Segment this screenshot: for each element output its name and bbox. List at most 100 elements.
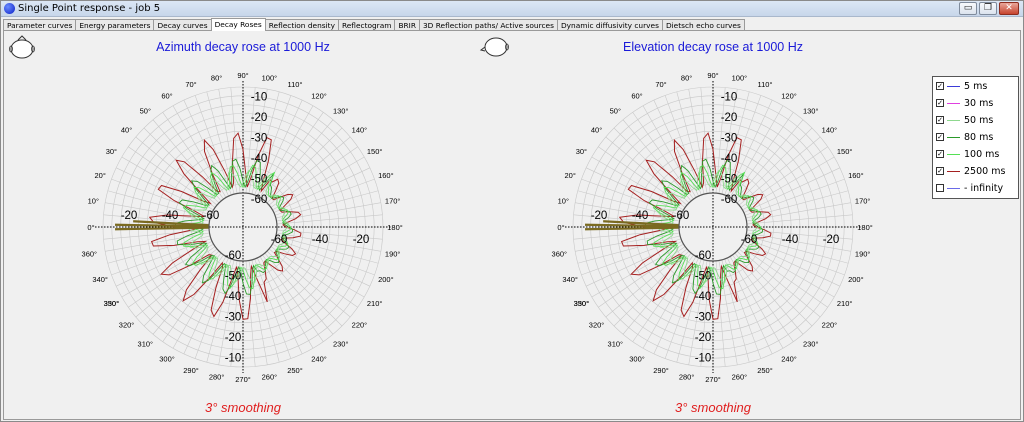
radial-label: -30 bbox=[721, 133, 738, 145]
angle-label: 220° bbox=[352, 321, 368, 330]
close-button[interactable]: ✕ bbox=[999, 2, 1019, 15]
legend-item-100ms[interactable]: ✓ 100 ms bbox=[936, 148, 999, 160]
angle-label: 150° bbox=[367, 147, 383, 156]
tab-decay-roses[interactable]: Decay Roses bbox=[210, 18, 266, 31]
angle-label: 260° bbox=[262, 373, 278, 382]
angle-label: 220° bbox=[822, 321, 838, 330]
legend-checkbox[interactable]: ✓ bbox=[936, 116, 944, 124]
angle-label: 110° bbox=[758, 80, 773, 89]
angle-label: 350° bbox=[104, 299, 120, 308]
angle-label: 100° bbox=[732, 73, 748, 82]
radial-label: -40 bbox=[632, 210, 649, 222]
radial-label: -40 bbox=[312, 234, 329, 246]
legend-checkbox[interactable] bbox=[936, 184, 944, 192]
radial-label: -20 bbox=[251, 112, 268, 124]
angle-label: 50° bbox=[140, 107, 151, 116]
legend-item-infinity[interactable]: - infinity bbox=[936, 182, 1003, 194]
angle-label: 150° bbox=[837, 147, 853, 156]
radial-label: -60 bbox=[225, 250, 242, 262]
angle-label: 270° bbox=[235, 375, 251, 384]
legend-label: 30 ms bbox=[964, 97, 994, 109]
head-side-view-icon bbox=[479, 37, 509, 57]
rose-footer: 3° smoothing bbox=[675, 400, 752, 415]
angle-label: 60° bbox=[161, 91, 172, 100]
radial-label: -40 bbox=[695, 291, 712, 303]
legend-checkbox[interactable]: ✓ bbox=[936, 133, 944, 141]
radial-label: -10 bbox=[695, 353, 712, 365]
angle-label: 10° bbox=[558, 197, 569, 206]
radial-label: -10 bbox=[251, 92, 268, 104]
radial-label: -20 bbox=[225, 332, 242, 344]
angle-label: 90° bbox=[237, 71, 248, 80]
angle-label: 70° bbox=[185, 80, 196, 89]
angle-label: 300° bbox=[159, 355, 175, 364]
radial-label: -60 bbox=[203, 210, 220, 222]
legend-swatch bbox=[947, 85, 960, 87]
restore-button[interactable]: ❐ bbox=[979, 2, 997, 15]
angle-label: 280° bbox=[209, 373, 225, 382]
head-top-view-icon bbox=[9, 35, 35, 59]
angle-label: 90° bbox=[707, 71, 718, 80]
legend-swatch bbox=[947, 102, 960, 104]
minimize-button[interactable]: ▭ bbox=[959, 2, 977, 15]
angle-label: 40° bbox=[121, 125, 132, 134]
angle-label: 0° bbox=[557, 223, 564, 232]
legend-checkbox[interactable]: ✓ bbox=[936, 150, 944, 158]
radial-label: -60 bbox=[741, 234, 758, 246]
radial-label: -20 bbox=[695, 332, 712, 344]
angle-label: 80° bbox=[211, 73, 222, 82]
angle-label: 30° bbox=[106, 147, 117, 156]
radial-label: -60 bbox=[251, 194, 268, 206]
angle-label: 20° bbox=[564, 171, 575, 180]
angle-label: 70° bbox=[655, 80, 666, 89]
radial-label: -40 bbox=[782, 234, 799, 246]
angle-label: 40° bbox=[591, 125, 602, 134]
legend-item-30ms[interactable]: ✓ 30 ms bbox=[936, 97, 993, 109]
polar-grid bbox=[95, 81, 391, 373]
legend-label: - infinity bbox=[964, 182, 1004, 194]
angle-label: 250° bbox=[287, 366, 303, 375]
angle-label: 290° bbox=[183, 366, 199, 375]
polar-grid bbox=[565, 81, 861, 373]
angle-label: 140° bbox=[352, 125, 368, 134]
angle-label: 190° bbox=[385, 249, 401, 258]
radial-label: -60 bbox=[673, 210, 690, 222]
angle-label: 180° bbox=[387, 223, 403, 232]
angle-label: 230° bbox=[333, 339, 349, 348]
radial-label: -50 bbox=[721, 174, 738, 186]
legend-checkbox[interactable]: ✓ bbox=[936, 99, 944, 107]
legend-checkbox[interactable]: ✓ bbox=[936, 82, 944, 90]
angle-label: 300° bbox=[629, 355, 645, 364]
radial-label: -10 bbox=[225, 353, 242, 365]
angle-label: 140° bbox=[822, 125, 838, 134]
window-title: Single Point response - job 5 bbox=[18, 3, 161, 14]
angle-label: 120° bbox=[311, 91, 327, 100]
angle-label: 360° bbox=[552, 249, 568, 258]
angle-label: 110° bbox=[288, 80, 303, 89]
radial-label: -20 bbox=[591, 210, 608, 222]
angle-label: 270° bbox=[705, 375, 721, 384]
rose-footer: 3° smoothing bbox=[205, 400, 282, 415]
legend-swatch bbox=[947, 187, 960, 189]
legend-item-50ms[interactable]: ✓ 50 ms bbox=[936, 114, 993, 126]
radial-label: -30 bbox=[695, 312, 712, 324]
legend-item-2500ms[interactable]: ✓ 2500 ms bbox=[936, 165, 1005, 177]
radial-label: -60 bbox=[271, 234, 288, 246]
radial-label: -50 bbox=[695, 271, 712, 283]
app-icon bbox=[4, 3, 15, 14]
angle-label: 240° bbox=[311, 355, 327, 364]
legend-label: 100 ms bbox=[964, 148, 1000, 160]
legend-item-80ms[interactable]: ✓ 80 ms bbox=[936, 131, 993, 143]
angle-label: 30° bbox=[576, 147, 587, 156]
angle-label: 340° bbox=[562, 275, 578, 284]
radial-label: -40 bbox=[225, 291, 242, 303]
legend-swatch bbox=[947, 136, 960, 138]
angle-label: 200° bbox=[848, 275, 864, 284]
title-bar: Single Point response - job 5 ▭ ❐ ✕ bbox=[1, 1, 1023, 17]
legend-item-5ms[interactable]: ✓ 5 ms bbox=[936, 80, 987, 92]
angle-label: 340° bbox=[92, 275, 108, 284]
angle-label: 170° bbox=[385, 197, 401, 206]
legend-checkbox[interactable]: ✓ bbox=[936, 167, 944, 175]
app-window: Single Point response - job 5 ▭ ❐ ✕ Para… bbox=[0, 0, 1024, 422]
angle-label: 350° bbox=[574, 299, 590, 308]
